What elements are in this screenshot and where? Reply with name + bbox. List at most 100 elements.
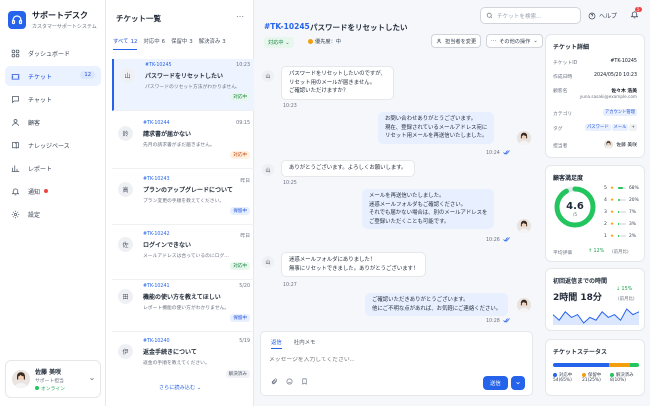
help-button[interactable]: ヘルプ <box>588 11 617 20</box>
message-line: 現在、登録されているメールアドレス宛に <box>385 124 488 131</box>
ticket-list-panel: チケット一覧 ⋯ すべて 12 対応中 6 保留中 3 解決済み 3 山 #TK-102… <box>106 0 254 406</box>
field-label: 顧客名 <box>553 89 568 94</box>
message-time: 10:24 <box>486 151 500 156</box>
current-user-card[interactable]: 佐藤 美咲 サポート担当 オンライン <box>5 360 101 398</box>
sidebar-item-customers[interactable]: 顧客 <box>5 112 101 132</box>
brand: サポートデスク カスタマーサポートシステム <box>8 10 97 30</box>
emoji-icon[interactable] <box>286 378 293 385</box>
composer-tools <box>271 378 308 385</box>
message-composer: 返信 社内メモ 送信 <box>260 331 533 396</box>
star-icon: ★ <box>610 185 615 191</box>
tab-on-hold[interactable]: 保留中 3 <box>171 37 193 50</box>
bookmark-icon[interactable] <box>301 378 308 385</box>
message-line: パスワードをリセットしたいのですが、 <box>289 71 386 77</box>
ticket-id: #TK-10240 <box>143 339 170 344</box>
field-label: 担当者 <box>553 144 568 149</box>
ticket-item[interactable]: 山 #TK-10245 パスワードをリセットしたい パスワードのリセット方法がわ… <box>112 59 254 111</box>
ticket-time: 10:23 <box>236 63 250 68</box>
tag[interactable]: メール <box>611 124 629 131</box>
ticket-icon <box>11 72 20 81</box>
add-tag-button[interactable]: + <box>629 124 637 131</box>
tab-resolved[interactable]: 解決済み 3 <box>199 37 226 50</box>
field-value: 2024/05/20 10:23 <box>594 73 637 78</box>
customer-avatar: 田 <box>118 289 133 304</box>
ticket-title: 機能の使い方を教えてほしい <box>143 294 221 301</box>
tab-count: 6 <box>161 39 166 45</box>
chat-icon <box>11 95 20 104</box>
rating-percent: 20% <box>629 197 639 203</box>
priority-indicator[interactable]: 優先度：中 <box>308 38 341 45</box>
load-more-label: さらに読み込む <box>158 385 196 391</box>
tab-all[interactable]: すべて 12 <box>113 37 138 50</box>
legend-percent: (65%) <box>558 378 572 383</box>
status-dropdown[interactable]: 対応中 ⌄ <box>264 37 294 48</box>
sidebar-item-reports[interactable]: レポート <box>5 158 101 178</box>
sidebar-item-label: ナレッジベース <box>28 142 70 150</box>
trend-area <box>553 309 639 325</box>
tag[interactable]: パスワード <box>585 124 611 131</box>
rating-percent: 2% <box>629 233 636 239</box>
field-value: 佐々木 浩美 <box>611 89 637 94</box>
ticket-id: #TK-10242 <box>143 232 170 237</box>
read-check-icon <box>503 318 511 323</box>
agent-avatar <box>517 131 531 145</box>
sidebar-item-label: ダッシュボード <box>28 50 71 58</box>
message-bubble: パスワードをリセットしたいのですが、 リセット用のメールが届きません。 ご確認い… <box>281 66 394 100</box>
legend-dot <box>553 372 557 377</box>
trend-down-change: ↓ 15% <box>616 287 633 292</box>
status-badge: 解決済み <box>225 370 250 378</box>
message-line: お問い合わせありがとうございます。 <box>385 116 477 122</box>
help-icon <box>588 12 596 20</box>
sidebar-item-tickets[interactable]: チケット 12 <box>5 66 101 86</box>
notification-button[interactable]: 5 <box>630 7 642 21</box>
avatar <box>12 370 30 388</box>
send-options-button[interactable] <box>511 376 525 390</box>
user-name: 佐藤 美咲 <box>35 368 62 376</box>
tag-list: パスワード メール + <box>584 124 637 131</box>
tab-internal-memo[interactable]: 社内メモ <box>294 338 316 349</box>
tab-in-progress[interactable]: 対応中 6 <box>143 37 165 50</box>
customer-avatar: 山 <box>120 68 135 83</box>
rating-bar <box>618 187 626 189</box>
sidebar-item-dashboard[interactable]: ダッシュボード <box>5 43 101 63</box>
ticket-item[interactable]: 鈴 #TK-10244 請求書が届かない 先月の請求書がまだ届きません。 09:… <box>112 117 254 169</box>
customer-avatar: 山 <box>262 164 274 176</box>
message-input[interactable] <box>269 357 524 363</box>
ticket-list-title: チケット一覧 <box>116 14 161 23</box>
rating-percent: 68% <box>629 185 639 191</box>
sidebar-item-settings[interactable]: 設定 <box>5 204 101 224</box>
ticket-item[interactable]: 佐 #TK-10242 ログインできない メールアドレスは合っているのにログ..… <box>112 228 254 280</box>
more-icon[interactable]: ⋯ <box>236 12 245 21</box>
legend-percent: (10%) <box>612 378 626 383</box>
period-label: (前月比) <box>618 297 635 302</box>
message-time: 10:26 <box>486 238 500 243</box>
notification-dot <box>44 189 49 193</box>
rating-bar <box>618 199 626 201</box>
more-actions-button[interactable]: ⋯ その他の操作 ⌄ <box>486 34 543 48</box>
user-status-label: オンライン <box>41 386 65 392</box>
sidebar-item-knowledge[interactable]: ナレッジベース <box>5 135 101 155</box>
send-button[interactable]: 送信 <box>483 376 508 390</box>
legend-item: 解決済み 8(10%) <box>610 372 634 383</box>
legend-item: 保留中 21(25%) <box>582 372 601 383</box>
sidebar-item-chat[interactable]: チャット <box>5 89 101 109</box>
sidebar-item-notifications[interactable]: 通知 <box>5 181 101 201</box>
ticket-item[interactable]: 伊 #TK-10240 返金手続きについて 返金の手順を教えてください。 5/1… <box>112 335 254 387</box>
customer-avatar: 山 <box>262 70 274 82</box>
message-line: メールを再送信いたしました。 <box>369 193 445 199</box>
change-assignee-button[interactable]: 担当者を変更 <box>431 34 482 48</box>
message-time: 10:25 <box>283 181 297 186</box>
tab-reply[interactable]: 返信 <box>271 338 282 349</box>
attachment-icon[interactable] <box>271 378 278 385</box>
load-more-link[interactable]: さらに読み込む ⌄ <box>106 384 254 391</box>
ticket-preview: パスワードのリセット方法がわかりません。 <box>145 85 237 90</box>
field-value: アカウント管理 <box>602 109 637 116</box>
assignee-value: 佐藤 美咲 <box>604 140 637 149</box>
button-label: その他の操作 <box>499 38 531 45</box>
ticket-item[interactable]: 高 #TK-10243 プランのアップグレードについて プラン変更の手順を教えて… <box>112 173 254 225</box>
user-status: オンライン <box>35 385 65 392</box>
ticket-item[interactable]: 田 #TK-10241 機能の使い方を教えてほしい レポート機能の使い方がわかり… <box>112 280 254 332</box>
ticket-preview: 先月の請求書がまだ届きません。 <box>143 143 215 148</box>
ticket-title: 請求書が届かない <box>143 131 192 138</box>
card-title: チケットステータス <box>553 349 608 356</box>
